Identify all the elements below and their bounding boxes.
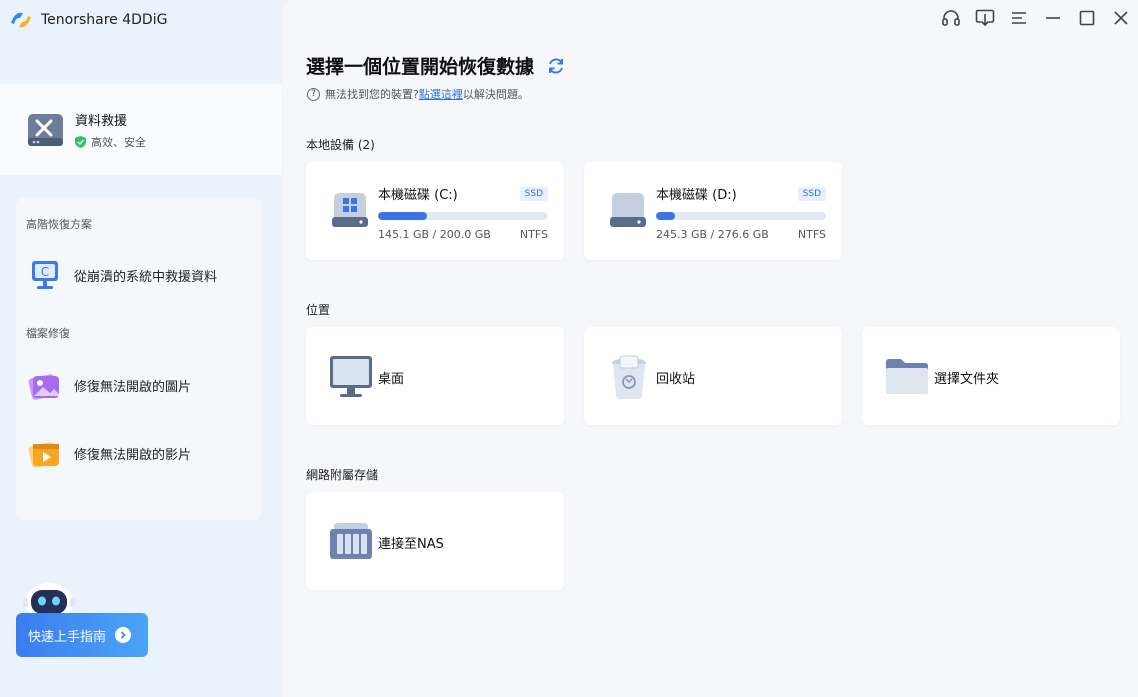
- refresh-icon[interactable]: [546, 56, 566, 76]
- photo-icon: [28, 374, 59, 400]
- computer-crash-icon: C: [32, 261, 58, 289]
- nas-name: 連接至NAS: [378, 537, 444, 552]
- help-note-text: 無法找到您的裝置?: [325, 88, 419, 101]
- video-icon: [28, 442, 59, 468]
- sidebar-item-label: 資料救援: [75, 113, 128, 129]
- drive-size: 145.1 GB / 200.0 GB: [378, 228, 491, 241]
- subtitle-text: 高效、安全: [91, 135, 146, 149]
- section-label-nas: 網路附屬存儲: [306, 468, 379, 482]
- location-card-select-folder[interactable]: 選擇文件夾: [862, 327, 1120, 425]
- menu-icon[interactable]: [1002, 6, 1036, 30]
- help-note: ? 無法找到您的裝置? 點選這裡 以解決問題。: [307, 86, 529, 102]
- drive-card-c[interactable]: 本機磁碟 (C:) SSD 145.1 GB / 200.0 GB NTFS: [306, 162, 564, 260]
- main-panel: 選擇一個位置開始恢復數據 ? 無法找到您的裝置? 點選這裡 以解決問題。 本地設…: [283, 0, 1138, 697]
- chevron-right-icon: [115, 627, 132, 643]
- headset-icon[interactable]: [934, 6, 968, 30]
- minimize-icon[interactable]: [1036, 6, 1070, 30]
- advanced-panel: 高階恢復方案 C 從崩潰的系統中救援資料 檔案修復 修復無法開啟的圖片 修復無法…: [16, 198, 262, 520]
- drive-filesystem: NTFS: [519, 228, 548, 241]
- sidebar-item-subtitle: 高效、安全: [75, 134, 146, 150]
- location-name: 桌面: [378, 372, 405, 387]
- drive-name: 本機磁碟 (D:): [656, 188, 737, 203]
- drive-filesystem: NTFS: [797, 228, 826, 241]
- section-label-local: 本地設備 (2): [306, 138, 375, 152]
- sidebar-item-label: 從崩潰的系統中救援資料: [74, 269, 218, 285]
- location-name: 選擇文件夾: [934, 372, 1000, 387]
- sidebar: Tenorshare 4DDiG 資料救援 高效、安全 高階恢復方案 C 從崩潰…: [0, 0, 282, 697]
- sidebar-item-repair-photo[interactable]: 修復無法開啟的圖片: [28, 365, 191, 405]
- drive-usage-bar: [378, 212, 548, 220]
- folder-icon: [886, 359, 928, 394]
- nas-server-icon: [330, 523, 372, 559]
- sidebar-item-label: 修復無法開啟的影片: [74, 447, 192, 463]
- drive-usage-bar: [656, 212, 826, 220]
- drive-usage-fill: [378, 212, 428, 220]
- drive-usage-fill: [656, 212, 675, 220]
- drive-type-badge: SSD: [797, 186, 826, 201]
- window-titlebar: [934, 6, 1138, 30]
- svg-text:C: C: [41, 265, 49, 279]
- drive-name: 本機磁碟 (C:): [378, 188, 458, 203]
- section-label-location: 位置: [306, 303, 331, 317]
- help-note-suffix: 以解決問題。: [462, 88, 529, 101]
- windows-drive-icon: [332, 193, 368, 227]
- drive-icon: [610, 193, 646, 227]
- drive-size: 245.3 GB / 276.6 GB: [656, 228, 769, 241]
- toolbox-icon: [28, 114, 63, 146]
- desktop-monitor-icon: [330, 356, 372, 397]
- sidebar-item-data-recovery[interactable]: 資料救援 高效、安全: [0, 84, 282, 175]
- location-card-desktop[interactable]: 桌面: [306, 327, 564, 425]
- recycle-bin-icon: [612, 355, 646, 399]
- sidebar-item-repair-video[interactable]: 修復無法開啟的影片: [28, 433, 191, 473]
- maximize-icon[interactable]: [1070, 6, 1104, 30]
- download-icon[interactable]: [968, 6, 1002, 30]
- section-label-repair: 檔案修復: [26, 327, 70, 340]
- brand: Tenorshare 4DDiG: [9, 9, 167, 31]
- app-logo-icon: [11, 12, 31, 28]
- nas-card[interactable]: 連接至NAS: [306, 492, 564, 590]
- page-title: 選擇一個位置開始恢復數據: [306, 56, 535, 78]
- sidebar-item-crash-recovery[interactable]: C 從崩潰的系統中救援資料: [28, 255, 217, 295]
- page-heading: 選擇一個位置開始恢復數據: [306, 52, 566, 79]
- close-icon[interactable]: [1104, 6, 1138, 30]
- location-name: 回收站: [656, 372, 696, 387]
- guide-button-label: 快速上手指南: [28, 629, 107, 645]
- shield-check-icon: [75, 135, 86, 148]
- quick-start-guide-button[interactable]: 快速上手指南: [16, 613, 148, 657]
- sidebar-item-label: 修復無法開啟的圖片: [74, 379, 192, 395]
- help-link[interactable]: 點選這裡: [419, 86, 463, 102]
- drive-card-d[interactable]: 本機磁碟 (D:) SSD 245.3 GB / 276.6 GB NTFS: [584, 162, 842, 260]
- app-name: Tenorshare 4DDiG: [41, 12, 168, 28]
- drive-type-badge: SSD: [519, 186, 548, 201]
- location-card-recycle-bin[interactable]: 回收站: [584, 327, 842, 425]
- section-label-advanced: 高階恢復方案: [26, 218, 92, 231]
- question-icon: ?: [307, 87, 320, 101]
